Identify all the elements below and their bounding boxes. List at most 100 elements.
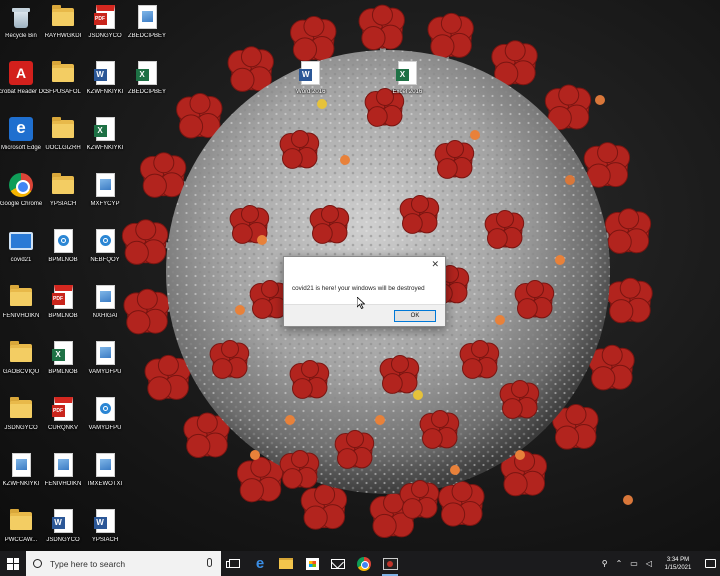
desktop-icon-label: Excel 2016 [392, 89, 423, 95]
desktop-icon[interactable]: W Word 2016 [288, 60, 334, 116]
spike-protein [514, 279, 555, 319]
spike-protein [427, 12, 474, 59]
desktop-icon[interactable]: X Excel 2016 [384, 60, 430, 116]
desktop-icon[interactable]: PDF BPMLNOB [40, 284, 86, 340]
clock[interactable]: 3:34 PM 1/15/2021 [656, 556, 700, 572]
desktop-icon[interactable]: YPSIACH [40, 172, 86, 228]
image-file-icon [92, 172, 118, 198]
start-button[interactable] [0, 551, 26, 576]
desktop-icon-label: NXHIGAI [92, 313, 118, 319]
desktop-icon[interactable]: W KZWFNKIYKI [82, 60, 128, 116]
desktop-icon[interactable]: X ZBEDCIPBEY [124, 60, 170, 116]
chrome-icon [357, 556, 371, 571]
task-view-button[interactable] [221, 551, 247, 576]
microphone-icon[interactable] [207, 558, 212, 567]
taskbar-chrome[interactable] [351, 551, 377, 576]
taskbar-mail[interactable] [325, 551, 351, 576]
dialog-titlebar[interactable]: ✕ [284, 257, 445, 271]
desktop-icon[interactable]: VAMYDFPU [82, 340, 128, 396]
folder-icon [50, 116, 76, 142]
settings-file-icon [50, 228, 76, 254]
edge-icon: e [255, 555, 265, 572]
desktop-icon-label: VAMYDFPU [88, 425, 122, 431]
desktop: Recycle Bin RAYHWGKDI PDF JSDNGYCO ZBEDCIPBE… [0, 0, 720, 551]
desktop-icon[interactable]: NXHIGAI [82, 284, 128, 340]
folder-icon [8, 396, 34, 422]
desktop-icon[interactable]: UOCLGIZRH [40, 116, 86, 172]
taskbar: Type here to search e ⚲ ⌃ ▭ ◁ 3:34 PM 1/… [0, 551, 720, 576]
desktop-icon[interactable]: VAMYDFPU [82, 396, 128, 452]
desktop-icon[interactable]: Google Chrome [0, 172, 44, 228]
network-icon[interactable]: ▭ [630, 559, 638, 568]
people-icon[interactable]: ⚲ [602, 559, 608, 568]
desktop-icon[interactable]: AAcrobat Reader DC [0, 60, 47, 116]
desktop-icon[interactable]: JSDNGYCO [0, 396, 44, 452]
pdf-file-icon: PDF [50, 396, 76, 422]
desktop-icon[interactable]: PDF JSDNGYCO [82, 4, 128, 60]
spike-protein [434, 139, 475, 179]
image-file-icon [8, 452, 34, 478]
word-file-icon: W [92, 60, 118, 86]
spike-protein [499, 379, 540, 419]
desktop-icon[interactable]: covid21 [0, 228, 44, 284]
taskbar-store[interactable] [299, 551, 325, 576]
virus-dot [375, 415, 385, 425]
desktop-icon[interactable]: Recycle Bin [0, 4, 44, 60]
volume-icon[interactable]: ◁ [646, 559, 652, 568]
desktop-icon[interactable]: e Microsoft Edge [0, 116, 44, 172]
taskbar-edge[interactable]: e [247, 551, 273, 576]
spike-protein [300, 484, 348, 530]
word-file-icon: W [92, 508, 118, 534]
desktop-icon[interactable]: PWCCAW... [0, 508, 44, 551]
message-dialog: ✕ covid21 is here! your windows will be … [283, 256, 446, 327]
virus-dot [450, 465, 460, 475]
desktop-icon[interactable]: X KZWFNKIYKI [82, 116, 128, 172]
spike-protein [236, 456, 284, 503]
desktop-icon[interactable]: ZBEDCIPBEY [124, 4, 170, 60]
notifications-button[interactable] [700, 551, 720, 576]
desktop-icon[interactable]: PDF CURQNKV [40, 396, 86, 452]
spike-protein [379, 354, 420, 394]
spike-protein [176, 92, 223, 139]
desktop-icon[interactable]: GAOBCVIQU [0, 340, 44, 396]
desktop-icon[interactable]: NEBFQOY [82, 228, 128, 284]
recycle-bin-icon [8, 4, 34, 30]
pdf-file-icon: PDF [50, 284, 76, 310]
desktop-icon[interactable]: IMXEWOTXI [82, 452, 128, 508]
desktop-icon[interactable]: W JSDNGYCO [40, 508, 86, 551]
word-file-icon: W [50, 508, 76, 534]
virus-dot [495, 315, 505, 325]
desktop-icon[interactable]: FENIVHOIKN [40, 452, 86, 508]
desktop-icon[interactable]: RAYHWGKDI [40, 4, 86, 60]
desktop-icon[interactable]: X BPMLNOB [40, 340, 86, 396]
ok-button[interactable]: OK [394, 310, 436, 322]
spike-protein [399, 479, 440, 519]
chevron-up-icon[interactable]: ⌃ [616, 559, 623, 568]
desktop-icon[interactable]: BPMLNOB [40, 228, 86, 284]
desktop-icon[interactable]: W YPSIACH [82, 508, 128, 551]
folder-icon [8, 508, 34, 534]
taskbar-covid21[interactable] [377, 551, 403, 576]
desktop-icon-label: NEBFQOY [90, 257, 120, 263]
edge-icon: e [8, 116, 34, 142]
desktop-icon-label: YPSIACH [91, 537, 119, 543]
folder-icon [50, 172, 76, 198]
desktop-icon[interactable]: SFPUSAFOL [40, 60, 86, 116]
desktop-icon-label: IMXEWOTXI [87, 481, 123, 487]
taskbar-file-explorer[interactable] [273, 551, 299, 576]
desktop-icon[interactable]: MXFYCYP [82, 172, 128, 228]
system-tray: ⚲ ⌃ ▭ ◁ 3:34 PM 1/15/2021 [598, 551, 720, 576]
virus-dot [285, 415, 295, 425]
spike-protein [459, 339, 500, 379]
search-box[interactable]: Type here to search [26, 551, 221, 576]
spike-protein [491, 40, 538, 86]
file-explorer-icon [279, 558, 293, 569]
folder-icon [50, 4, 76, 30]
word-file-icon: W [298, 60, 324, 86]
desktop-icon[interactable]: KZWFNKIYKI [0, 452, 44, 508]
virus-dot [235, 305, 245, 315]
virus-dot [257, 235, 267, 245]
spike-protein [399, 194, 440, 234]
close-icon[interactable]: ✕ [431, 258, 439, 270]
desktop-icon[interactable]: FENIVHOIKN [0, 284, 44, 340]
